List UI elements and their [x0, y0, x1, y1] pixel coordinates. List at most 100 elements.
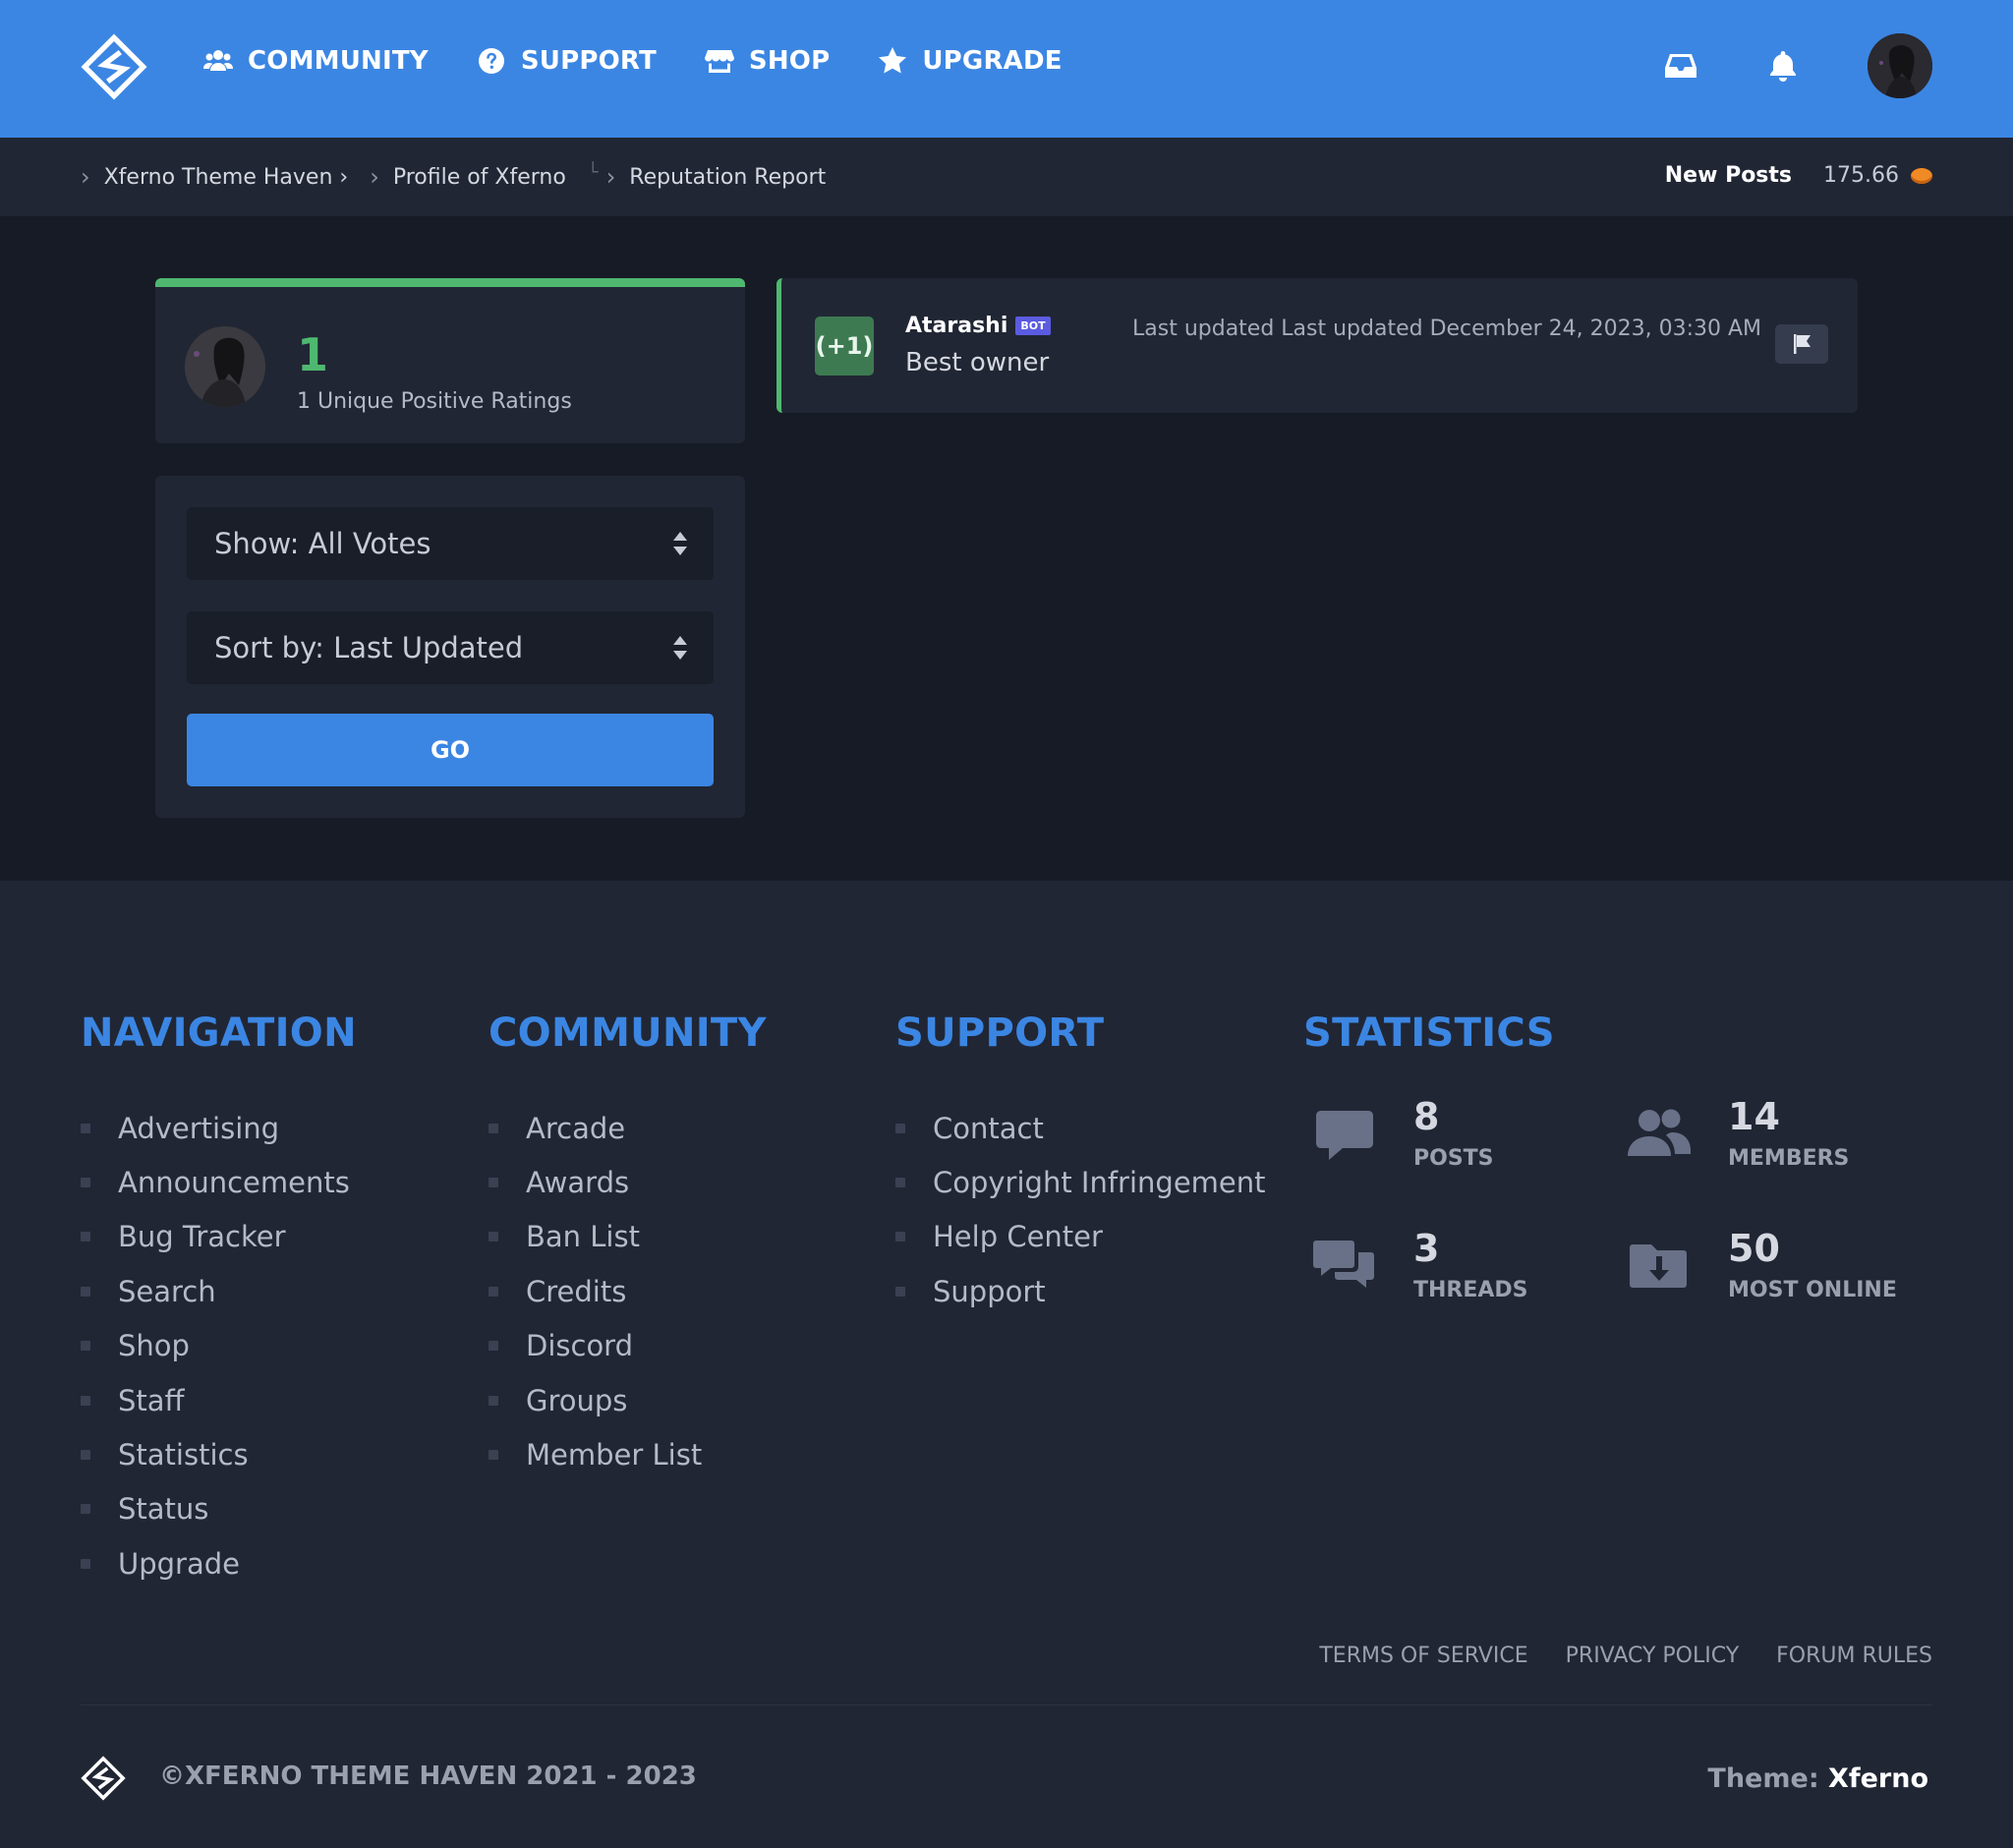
chevron-right-icon: › — [370, 163, 379, 191]
footer-support-title: Support — [895, 1011, 1105, 1056]
notifications-button[interactable] — [1765, 48, 1801, 84]
stat-members-label: Members — [1728, 1146, 1850, 1171]
main-nav: Community Support Shop Upgrade — [202, 45, 1063, 77]
footer-link[interactable]: Status — [81, 1482, 357, 1536]
footer-link[interactable]: Contact — [895, 1101, 1266, 1155]
footer-link[interactable]: Search — [81, 1264, 357, 1318]
rater-name: Atarashi — [905, 314, 1008, 338]
breadcrumb: › Xferno Theme Haven › › Profile of Xfer… — [81, 161, 847, 192]
breadcrumb-item-current[interactable]: › Reputation Report — [606, 163, 827, 191]
store-icon — [704, 50, 734, 73]
stat-most-online: 50 Most Online — [1618, 1227, 1932, 1325]
terms-link[interactable]: Terms of Service — [1319, 1644, 1527, 1668]
folder-download-icon — [1626, 1233, 1693, 1299]
nav-shop[interactable]: Shop — [704, 45, 830, 77]
flag-icon — [1794, 334, 1811, 354]
stat-members: 14 Members — [1618, 1095, 1932, 1193]
comment-icon — [1311, 1101, 1378, 1168]
footer-link[interactable]: Help Center — [895, 1210, 1266, 1264]
footer-navigation: Navigation Advertising Announcements Bug… — [81, 1011, 357, 1591]
footer-link[interactable]: Member List — [489, 1427, 767, 1481]
go-button[interactable]: Go — [187, 714, 714, 786]
nav-upgrade[interactable]: Upgrade — [877, 45, 1063, 77]
inbox-button[interactable] — [1663, 48, 1698, 84]
footer-divider — [81, 1704, 1932, 1705]
footer-link[interactable]: Statistics — [81, 1427, 357, 1481]
footer-navigation-title: Navigation — [81, 1011, 357, 1056]
nav-shop-label: Shop — [748, 46, 831, 76]
avatar-image — [185, 326, 265, 407]
footer-navigation-list: Advertising Announcements Bug Tracker Se… — [81, 1101, 357, 1591]
breadcrumb-profile-label: Profile of Xferno — [392, 164, 566, 190]
avatar-image — [1868, 33, 1932, 98]
chevron-right-icon: › — [81, 163, 90, 191]
reputation-description: 1 Unique Positive Ratings — [297, 389, 572, 414]
top-navbar: Community Support Shop Upgrade — [0, 0, 2013, 138]
footer-support: Support Contact Copyright Infringement H… — [895, 1011, 1266, 1319]
footer-community: Community Arcade Awards Ban List Credits… — [489, 1011, 767, 1482]
footer-link[interactable]: Discord — [489, 1319, 767, 1373]
footer-link[interactable]: Upgrade — [81, 1536, 357, 1590]
footer-link[interactable]: Advertising — [81, 1101, 357, 1155]
footer-link[interactable]: Credits — [489, 1264, 767, 1318]
profile-avatar[interactable] — [185, 326, 265, 407]
stat-threads-label: Threads — [1413, 1278, 1528, 1302]
show-filter-select[interactable]: Show: All Votes — [187, 507, 714, 580]
bot-badge: BOT — [1015, 317, 1051, 335]
forum-rules-link[interactable]: Forum Rules — [1776, 1644, 1932, 1668]
theme-name[interactable]: Xferno — [1828, 1763, 1928, 1794]
stat-most-online-label: Most Online — [1728, 1278, 1897, 1302]
nav-community-label: Community — [248, 46, 429, 76]
reputation-value-badge: (+1) — [815, 317, 874, 375]
select-arrows-icon — [673, 636, 687, 660]
filter-card: Show: All Votes Sort by: Last Updated Go — [155, 476, 745, 818]
reputation-entry: (+1) Atarashi BOT Best owner Last update… — [776, 278, 1858, 413]
footer-link[interactable]: Shop — [81, 1319, 357, 1373]
footer-community-list: Arcade Awards Ban List Credits Discord G… — [489, 1101, 767, 1482]
sort-filter-select[interactable]: Sort by: Last Updated — [187, 611, 714, 684]
breadcrumb-home-label: Xferno Theme Haven › — [103, 164, 349, 190]
breadcrumb-item-home[interactable]: › Xferno Theme Haven › — [81, 163, 348, 191]
nav-upgrade-label: Upgrade — [922, 46, 1063, 76]
footer-link[interactable]: Ban List — [489, 1210, 767, 1264]
coin-icon — [1911, 167, 1932, 184]
credits-balance[interactable]: 175.66 — [1823, 163, 1932, 188]
breadcrumb-current-label: Reputation Report — [629, 164, 827, 190]
breadcrumb-bar: › Xferno Theme Haven › › Profile of Xfer… — [0, 138, 2013, 216]
footer-link[interactable]: Copyright Infringement — [895, 1155, 1266, 1209]
user-actions — [1663, 33, 1932, 98]
footer-statistics: Statistics 8 Posts 14 Members 3 — [1303, 1011, 1932, 1351]
nav-community[interactable]: Community — [202, 45, 429, 77]
users-icon — [1626, 1101, 1693, 1168]
user-avatar[interactable] — [1868, 33, 1932, 98]
footer-link[interactable]: Staff — [81, 1373, 357, 1427]
footer-link[interactable]: Groups — [489, 1373, 767, 1427]
inbox-icon — [1665, 54, 1697, 78]
new-posts-link[interactable]: New Posts — [1665, 163, 1792, 188]
breadcrumb-item-profile[interactable]: › Profile of Xferno — [370, 163, 566, 191]
footer-link[interactable]: Announcements — [81, 1155, 357, 1209]
stat-posts-label: Posts — [1413, 1146, 1494, 1171]
question-circle-icon — [478, 48, 504, 74]
privacy-link[interactable]: Privacy Policy — [1566, 1644, 1740, 1668]
breadcrumb-divider: └ — [587, 161, 599, 183]
nav-support-label: Support — [520, 46, 657, 76]
footer-link[interactable]: Arcade — [489, 1101, 767, 1155]
rater-username[interactable]: Atarashi BOT — [905, 314, 1051, 338]
stat-threads-value: 3 — [1413, 1227, 1440, 1270]
stat-most-online-value: 50 — [1728, 1227, 1780, 1270]
nav-support[interactable]: Support — [476, 45, 657, 77]
chevron-right-icon: › — [605, 163, 616, 191]
report-button[interactable] — [1775, 324, 1828, 364]
site-logo[interactable] — [81, 33, 147, 100]
footer-link[interactable]: Support — [895, 1264, 1266, 1318]
footer-logo[interactable] — [81, 1756, 126, 1801]
footer-link[interactable]: Awards — [489, 1155, 767, 1209]
statistics-grid: 8 Posts 14 Members 3 Threads — [1303, 1095, 1932, 1351]
select-arrows-icon — [673, 532, 687, 555]
footer-link[interactable]: Bug Tracker — [81, 1210, 357, 1264]
reputation-count: 1 — [297, 328, 329, 381]
reputation-updated: Last updated Last updated December 24, 2… — [1132, 317, 1762, 341]
legal-links: Terms of Service Privacy Policy Forum Ru… — [1319, 1644, 1932, 1668]
stat-members-value: 14 — [1728, 1095, 1780, 1138]
